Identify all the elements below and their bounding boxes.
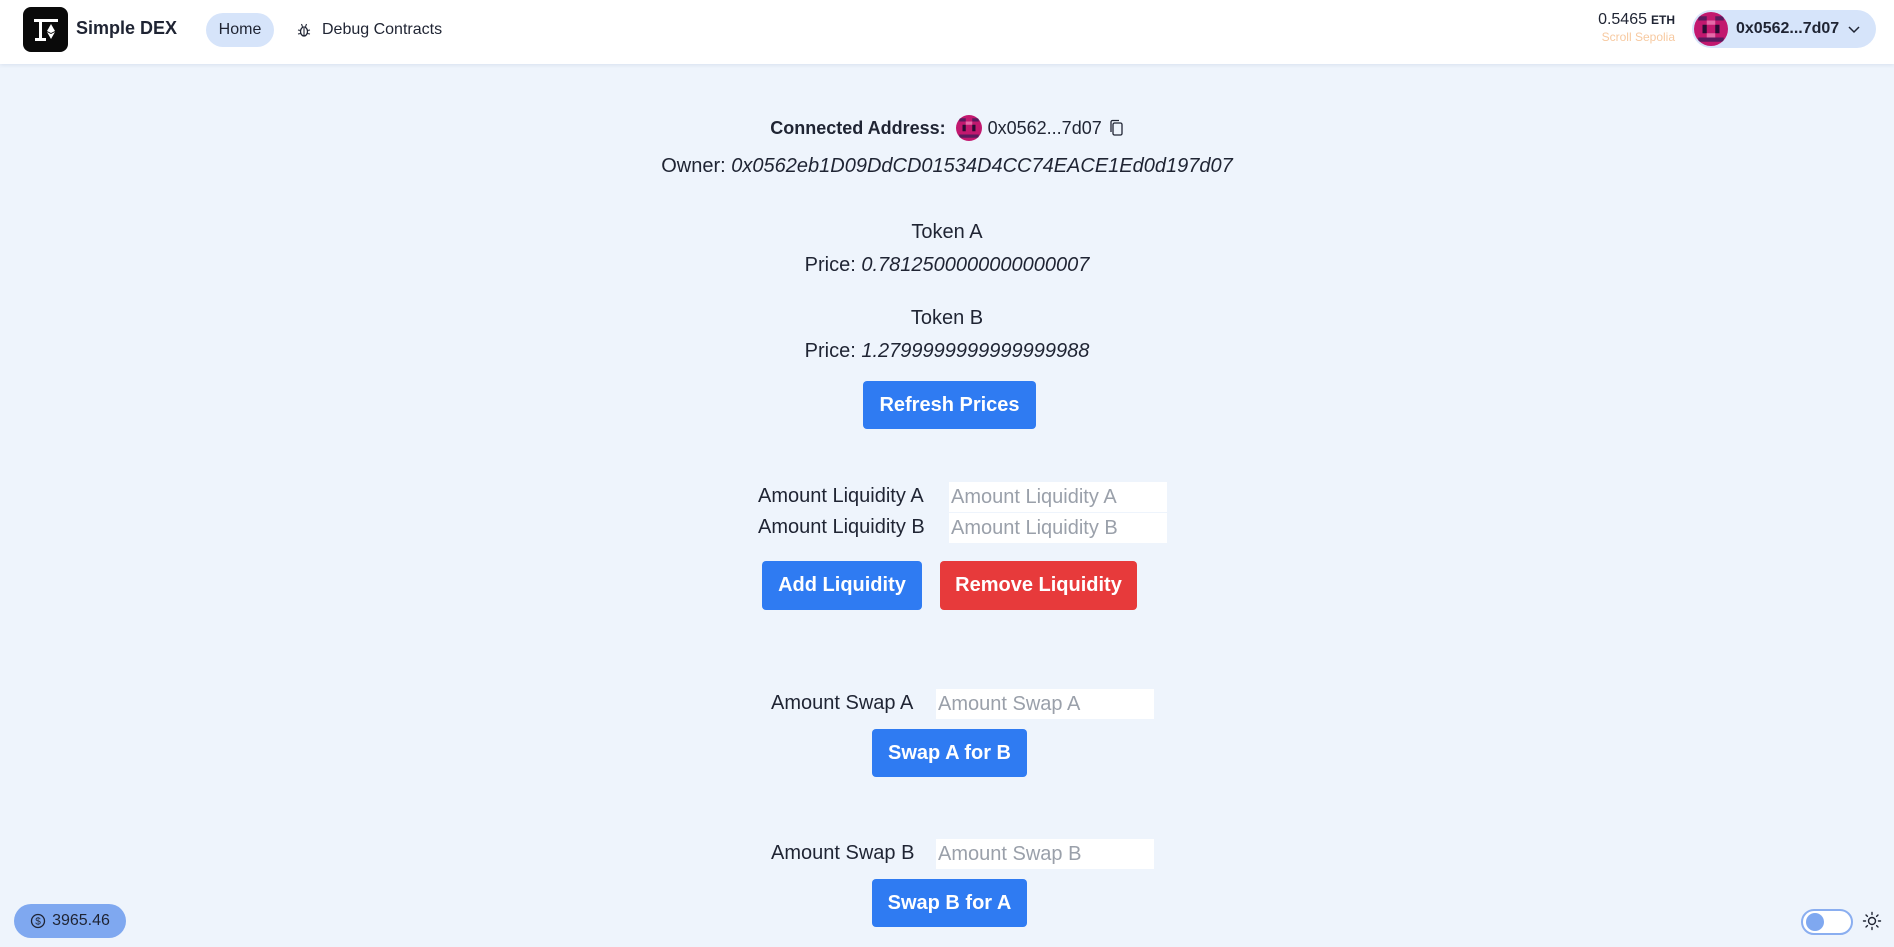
swap-b-label: Amount Swap B bbox=[771, 842, 915, 864]
sun-icon bbox=[1862, 911, 1882, 931]
add-liquidity-button[interactable]: Add Liquidity bbox=[762, 561, 922, 610]
copy-icon[interactable] bbox=[1108, 119, 1124, 137]
theme-toggle[interactable] bbox=[1801, 909, 1853, 935]
scaffold-logo-icon bbox=[33, 18, 58, 41]
swap-a-input[interactable] bbox=[936, 689, 1154, 719]
chevron-down-icon bbox=[1848, 26, 1860, 34]
swap-a-for-b-button[interactable]: Swap A for B bbox=[872, 729, 1027, 777]
network-name: Scroll Sepolia bbox=[1601, 30, 1675, 44]
owner-address: 0x0562eb1D09DdCD01534D4CC74EACE1Ed0d197d… bbox=[731, 155, 1233, 177]
eth-price-badge[interactable]: $ 3965.46 bbox=[14, 904, 126, 938]
token-a-price-row: Price: 0.7812500000000000007 bbox=[0, 254, 1894, 277]
connected-address-label: Connected Address: bbox=[770, 117, 946, 138]
svg-text:$: $ bbox=[35, 917, 41, 928]
swap-a-label: Amount Swap A bbox=[771, 692, 914, 714]
owner-row: Owner: 0x0562eb1D09DdCD01534D4CC74EACE1E… bbox=[0, 155, 1894, 178]
liquidity-b-label: Amount Liquidity B bbox=[758, 516, 925, 538]
owner-label: Owner: bbox=[661, 155, 726, 177]
eth-balance[interactable]: 0.5465 ETH Scroll Sepolia bbox=[1570, 11, 1675, 44]
connected-address-value[interactable]: 0x0562...7d07 bbox=[988, 118, 1102, 139]
account-dropdown-button[interactable]: 0x0562...7d07 bbox=[1692, 10, 1876, 48]
token-a-price: 0.7812500000000000007 bbox=[861, 254, 1090, 276]
token-a-name: Token A bbox=[911, 221, 983, 243]
remove-liquidity-button[interactable]: Remove Liquidity bbox=[940, 561, 1137, 610]
liquidity-a-input[interactable] bbox=[949, 482, 1167, 512]
top-navbar: Simple DEX Home Debug Contracts 0.5465 ET… bbox=[0, 0, 1894, 64]
liquidity-a-label: Amount Liquidity A bbox=[758, 485, 924, 507]
balance-amount: 0.5465 bbox=[1598, 11, 1647, 28]
liquidity-b-input[interactable] bbox=[949, 513, 1167, 543]
swap-b-for-a-button[interactable]: Swap B for A bbox=[872, 879, 1027, 927]
eth-price-value: 3965.46 bbox=[52, 912, 110, 929]
brand-name: Simple DEX bbox=[76, 18, 178, 38]
bug-icon bbox=[297, 23, 311, 37]
blockie-avatar-icon bbox=[1694, 12, 1728, 46]
blockie-avatar-icon bbox=[955, 115, 982, 141]
theme-toggle-knob bbox=[1806, 913, 1824, 931]
token-b-price-label: Price: bbox=[804, 340, 856, 362]
app-logo[interactable] bbox=[23, 7, 68, 52]
token-b-price-row: Price: 1.2799999999999999988 bbox=[0, 340, 1894, 363]
nav-home[interactable]: Home bbox=[206, 13, 274, 47]
token-b-price: 1.2799999999999999988 bbox=[861, 340, 1090, 362]
nav-debug-contracts[interactable]: Debug Contracts bbox=[296, 13, 442, 47]
refresh-prices-button[interactable]: Refresh Prices bbox=[863, 381, 1036, 429]
swap-b-input[interactable] bbox=[936, 839, 1154, 869]
nav-debug-label: Debug Contracts bbox=[322, 21, 443, 38]
balance-unit: ETH bbox=[1651, 13, 1675, 27]
dollar-icon: $ bbox=[30, 913, 46, 929]
token-b-name: Token B bbox=[910, 307, 984, 329]
connected-address-row: Connected Address: 0x0562...7d07 bbox=[0, 115, 1894, 141]
token-a-price-label: Price: bbox=[804, 254, 856, 276]
account-address: 0x0562...7d07 bbox=[1736, 20, 1840, 37]
